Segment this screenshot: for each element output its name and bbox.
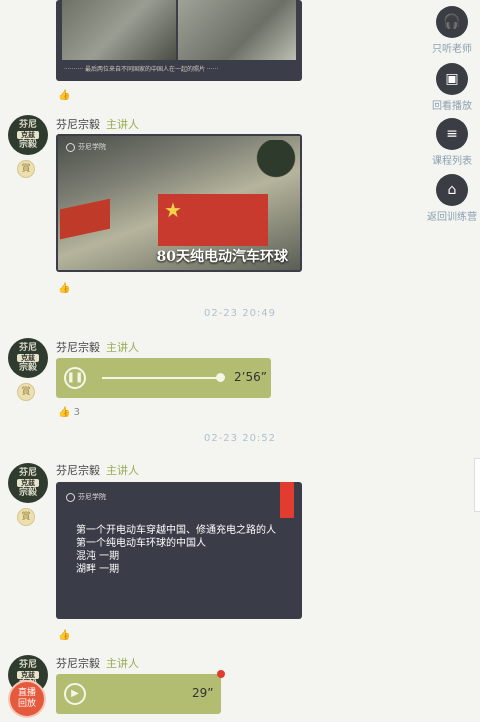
rail-listen-teacher[interactable]: 🎧 只听老师 xyxy=(417,6,480,55)
rail-back-camp[interactable]: ⌂ 返回训练营 xyxy=(417,174,480,223)
replay-icon: ▣ xyxy=(436,63,468,95)
image-card-80days[interactable]: ★ 芬尼学院 80天纯电动汽车环球 xyxy=(56,134,302,272)
slide-text: 第一个开电动车穿越中国、修通充电之路的人 第一个纯电动车环球的中国人 混沌 一期… xyxy=(76,525,276,575)
avatar[interactable]: 芬尼克兹宗毅 xyxy=(8,463,48,503)
like-count: 3 xyxy=(73,407,81,418)
author-name: 芬尼宗毅 主讲人 xyxy=(56,341,139,354)
headphones-icon: 🎧 xyxy=(436,6,468,38)
avatar[interactable]: 芬尼克兹宗毅 xyxy=(8,338,48,378)
brand-logo: 芬尼学院 xyxy=(66,492,106,502)
medal-icon: 賞 xyxy=(17,160,35,178)
like-icon[interactable]: 👍 xyxy=(58,283,70,294)
flag-star-icon: ★ xyxy=(164,198,182,222)
back-camp-icon: ⌂ xyxy=(436,174,468,206)
live-replay-badge[interactable]: 直播 回放 xyxy=(8,680,46,718)
audio-duration: 2’56” xyxy=(234,370,267,384)
medal-icon: 賞 xyxy=(17,508,35,526)
timestamp: 02-23 20:52 xyxy=(203,433,277,444)
author-name: 芬尼宗毅 主讲人 xyxy=(56,464,139,477)
audio-message[interactable]: ❚❚ 2’56” xyxy=(56,358,271,398)
medal-icon: 賞 xyxy=(17,383,35,401)
play-icon[interactable]: ▶ xyxy=(64,683,86,705)
unread-dot xyxy=(217,670,225,678)
pause-icon[interactable]: ❚❚ xyxy=(64,367,86,389)
rail-course-list[interactable]: ≡ 课程列表 xyxy=(417,118,480,167)
audio-progress-handle[interactable] xyxy=(216,373,225,382)
list-icon: ≡ xyxy=(436,118,468,150)
image-caption: ·········· 最后两位来自不同国家的中国人在一起的照片 ······ xyxy=(64,66,219,73)
palm-tree xyxy=(256,140,296,200)
audio-message[interactable]: ▶ 29” xyxy=(56,670,225,714)
photo-left xyxy=(62,0,176,60)
rail-replay[interactable]: ▣ 回看播放 xyxy=(417,63,480,112)
author-name: 芬尼宗毅 主讲人 xyxy=(56,657,139,670)
slide-red-bar xyxy=(280,482,294,518)
timestamp: 02-23 20:49 xyxy=(203,308,277,319)
slide-card[interactable]: 芬尼学院 第一个开电动车穿越中国、修通充电之路的人 第一个纯电动车环球的中国人 … xyxy=(56,482,302,619)
audio-duration: 29” xyxy=(192,686,214,700)
photo-right xyxy=(178,0,296,60)
like-icon[interactable]: 👍 3 xyxy=(58,407,80,418)
side-scroll-handle[interactable] xyxy=(474,458,480,512)
like-icon[interactable]: 👍 xyxy=(58,630,70,641)
avatar[interactable]: 芬尼克兹宗毅 xyxy=(8,115,48,155)
author-name: 芬尼宗毅 主讲人 xyxy=(56,118,139,131)
like-icon[interactable]: 👍 xyxy=(58,90,70,101)
image-card-top[interactable]: ·········· 最后两位来自不同国家的中国人在一起的照片 ······ xyxy=(56,0,302,81)
brand-logo: 芬尼学院 xyxy=(66,142,106,152)
audio-progress-track[interactable] xyxy=(102,377,224,379)
overlay-title: 80天纯电动汽车环球 xyxy=(156,249,288,265)
